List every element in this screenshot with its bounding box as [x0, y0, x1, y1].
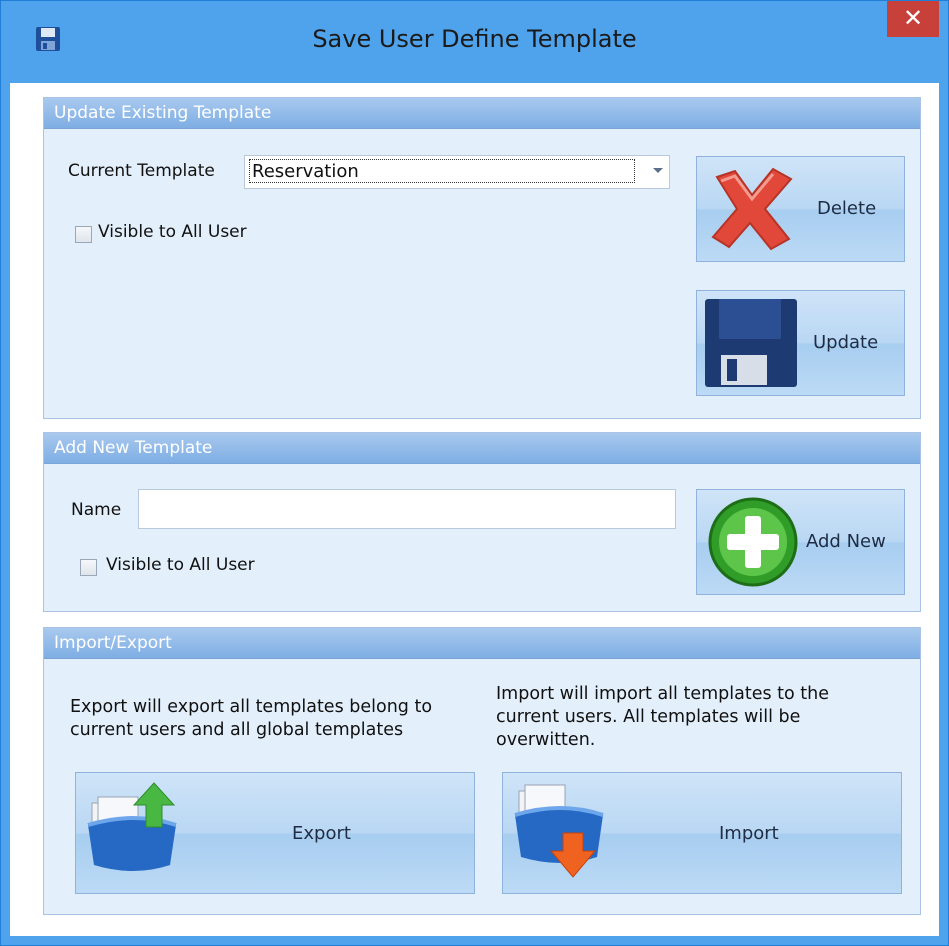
close-button[interactable]: ✕: [887, 1, 939, 37]
red-x-icon: [707, 165, 797, 255]
import-button[interactable]: Import: [502, 772, 902, 894]
group-header-update: Update Existing Template: [44, 98, 920, 129]
add-visible-checkbox[interactable]: [80, 559, 97, 576]
import-description: Import will import all templates to the …: [496, 684, 829, 750]
export-button[interactable]: Export: [75, 772, 475, 894]
title-bar[interactable]: Save User Define Template ✕: [1, 1, 948, 83]
group-header-add: Add New Template: [44, 433, 920, 464]
current-template-value: Reservation: [249, 159, 635, 183]
update-button[interactable]: Update: [696, 290, 905, 396]
window-title: Save User Define Template: [312, 25, 637, 53]
add-new-button[interactable]: Add New: [696, 489, 905, 595]
group-header-import-export: Import/Export: [44, 628, 920, 659]
delete-label: Delete: [817, 198, 877, 219]
floppy-disk-icon: [703, 297, 799, 393]
current-template-label: Current Template: [68, 161, 215, 181]
add-visible-label: Visible to All User: [106, 555, 255, 575]
green-plus-icon: [707, 496, 799, 592]
export-label: Export: [292, 823, 351, 844]
import-export-group: Import/Export Export will export all tem…: [43, 627, 921, 915]
update-visible-label: Visible to All User: [98, 222, 247, 242]
export-description: Export will export all templates belong …: [70, 697, 433, 740]
update-visible-checkbox[interactable]: [75, 226, 92, 243]
add-new-label: Add New: [806, 531, 886, 552]
dialog-window: Save User Define Template ✕ Update Exist…: [0, 0, 949, 946]
update-template-group: Update Existing Template Current Templat…: [43, 97, 921, 419]
name-input[interactable]: [138, 489, 676, 529]
current-template-dropdown[interactable]: Reservation: [244, 155, 670, 189]
close-icon: ✕: [902, 4, 924, 32]
update-label: Update: [813, 332, 879, 353]
delete-button[interactable]: Delete: [696, 156, 905, 262]
folder-download-icon: [511, 781, 611, 885]
add-template-group: Add New Template Name Visible to All Use…: [43, 432, 921, 612]
chevron-down-icon[interactable]: [653, 168, 663, 173]
import-label: Import: [719, 823, 779, 844]
name-label: Name: [71, 500, 122, 520]
folder-upload-icon: [84, 781, 184, 881]
